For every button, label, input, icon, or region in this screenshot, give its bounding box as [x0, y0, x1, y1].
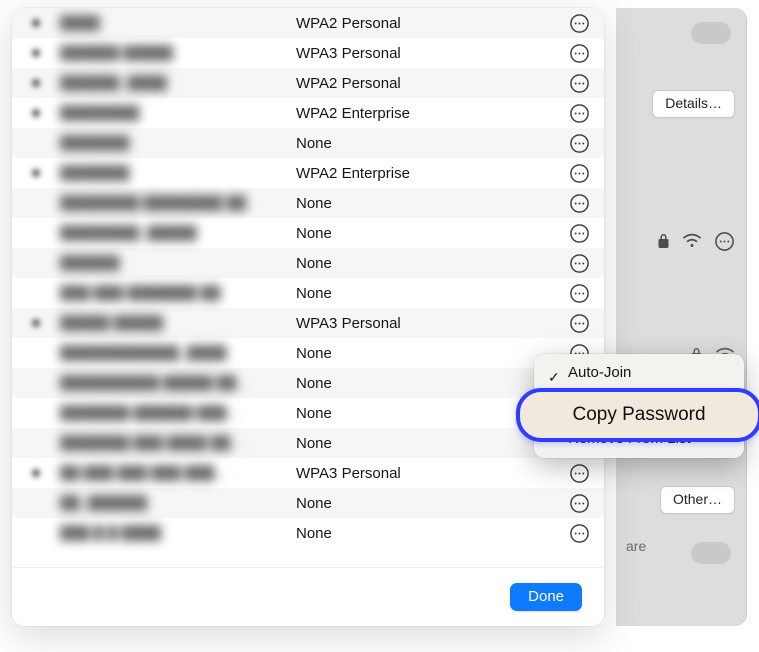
network-security: None [296, 255, 569, 272]
network-list[interactable]: ████WPA2 Personal██████ █████WPA3 Person… [12, 8, 604, 566]
network-security: None [296, 225, 569, 242]
ellipsis-icon[interactable] [569, 523, 590, 544]
table-row[interactable]: ████████WPA2 Enterprise [12, 98, 604, 128]
network-security: WPA2 Personal [296, 75, 569, 92]
ellipsis-icon[interactable] [569, 283, 590, 304]
table-row[interactable]: ███████None [12, 128, 604, 158]
ellipsis-icon[interactable] [569, 253, 590, 274]
network-name: ██████_████ [60, 75, 296, 91]
network-name: ████ [60, 15, 296, 31]
network-name: ████████_█████ [60, 225, 296, 241]
join-indicator-icon [32, 19, 40, 27]
ellipsis-icon[interactable] [569, 103, 590, 124]
checkmark-icon: ✓ [548, 364, 560, 390]
details-button[interactable]: Details… [652, 90, 735, 118]
ellipsis-icon[interactable] [569, 43, 590, 64]
network-security: None [296, 525, 569, 542]
ellipsis-icon[interactable] [569, 193, 590, 214]
menu-item-label: Copy Password [572, 404, 705, 426]
table-row[interactable]: ████WPA2 Personal [12, 8, 604, 38]
network-name: ███ ███ ███████ ██ [60, 285, 296, 301]
table-row[interactable]: ██████_████WPA2 Personal [12, 68, 604, 98]
ellipsis-icon[interactable] [569, 13, 590, 34]
background-sidebar: Details… Other… are [616, 8, 747, 626]
network-security: None [296, 495, 569, 512]
sheet-footer: Done [12, 567, 604, 626]
truncated-label: are [626, 538, 646, 554]
network-security: None [296, 345, 569, 362]
table-row[interactable]: ██_██████None [12, 488, 604, 518]
join-indicator-icon [32, 319, 40, 327]
table-row[interactable]: ████████ ████████ ██None [12, 188, 604, 218]
network-name: ██████ [60, 255, 296, 271]
table-row[interactable]: ██████None [12, 248, 604, 278]
wifi-icon [682, 231, 702, 251]
table-row[interactable]: ████████████_████None [12, 338, 604, 368]
table-row[interactable]: ████████_█████None [12, 218, 604, 248]
other-network-button[interactable]: Other… [660, 486, 735, 514]
network-name: ██_██████ [60, 495, 296, 511]
ask-to-join-toggle[interactable] [691, 542, 731, 564]
network-security: None [296, 135, 569, 152]
table-row[interactable]: ██████ █████WPA3 Personal [12, 38, 604, 68]
network-security: None [296, 375, 569, 392]
ellipsis-icon[interactable] [569, 73, 590, 94]
table-row[interactable]: ███████WPA2 Enterprise [12, 158, 604, 188]
network-security: WPA2 Enterprise [296, 105, 569, 122]
ellipsis-icon[interactable] [714, 231, 735, 252]
table-row[interactable]: ███ █ █ ████None [12, 518, 604, 548]
ellipsis-icon[interactable] [569, 463, 590, 484]
table-row[interactable]: ██ ███ ███ ███ ███…WPA3 Personal [12, 458, 604, 488]
ellipsis-icon[interactable] [569, 493, 590, 514]
ellipsis-icon[interactable] [569, 313, 590, 334]
done-button[interactable]: Done [510, 583, 582, 611]
network-name: ███████ [60, 135, 296, 151]
menu-copy-password[interactable]: Copy Password [516, 388, 759, 442]
app-backdrop: Details… Other… are ████WPA2 Personal███… [0, 0, 759, 652]
ellipsis-icon[interactable] [569, 163, 590, 184]
ellipsis-icon[interactable] [569, 133, 590, 154]
table-row[interactable]: █████ █████WPA3 Personal [12, 308, 604, 338]
network-name: █████ █████ [60, 315, 296, 331]
join-indicator-icon [32, 109, 40, 117]
network-name: ███████ ██████ ███… [60, 405, 296, 421]
network-name: ██ ███ ███ ███ ███… [60, 465, 296, 481]
table-row[interactable]: ███████ ███ ████ ██…None [12, 428, 604, 458]
network-name: ████████ ████████ ██ [60, 195, 296, 211]
network-security: WPA2 Enterprise [296, 165, 569, 182]
menu-auto-join[interactable]: ✓ Auto-Join [540, 360, 738, 386]
network-security: WPA3 Personal [296, 315, 569, 332]
join-indicator-icon [32, 469, 40, 477]
ellipsis-icon[interactable] [569, 223, 590, 244]
menu-item-label: Auto-Join [568, 364, 631, 381]
network-security: None [296, 285, 569, 302]
table-row[interactable]: ██████████ █████ ██…None [12, 368, 604, 398]
network-name: ████████████_████ [60, 345, 296, 361]
lock-icon [657, 233, 670, 249]
network-security: WPA3 Personal [296, 465, 569, 482]
network-name: ███████ ███ ████ ██… [60, 435, 296, 451]
network-name: ███████ [60, 165, 296, 181]
join-indicator-icon [32, 79, 40, 87]
join-indicator-icon [32, 49, 40, 57]
join-indicator-icon [32, 169, 40, 177]
network-name: ████████ [60, 105, 296, 121]
network-security: WPA2 Personal [296, 15, 569, 32]
network-security: None [296, 195, 569, 212]
network-security: WPA3 Personal [296, 45, 569, 62]
known-networks-sheet: ████WPA2 Personal██████ █████WPA3 Person… [12, 8, 604, 626]
network-name: ███ █ █ ████ [60, 525, 296, 541]
network-name: ██████████ █████ ██… [60, 375, 296, 391]
network-name: ██████ █████ [60, 45, 296, 61]
wifi-master-toggle[interactable] [691, 22, 731, 44]
table-row[interactable]: ███ ███ ███████ ██None [12, 278, 604, 308]
